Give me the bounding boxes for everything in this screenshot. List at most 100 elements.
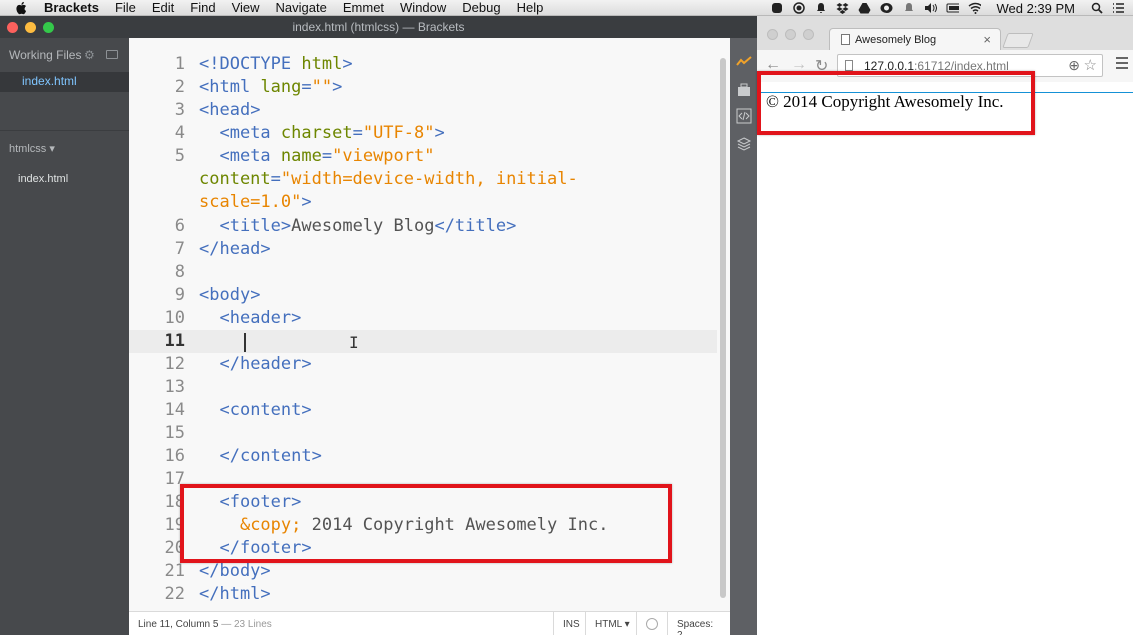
code-line[interactable]: <header>: [199, 307, 301, 330]
line-number: 22: [164, 584, 185, 604]
indent-spaces-setting[interactable]: Spaces: 2: [667, 612, 730, 635]
working-files-header: Working Files: [9, 48, 82, 62]
zoom-icon[interactable]: ⊕: [1068, 57, 1080, 74]
notification-center-icon[interactable]: [1112, 2, 1125, 15]
cursor-position-text: Line 11, Column 5: [138, 619, 219, 630]
line-number: 3: [174, 100, 185, 120]
browser-minimize-button[interactable]: [785, 29, 796, 40]
sidebar-divider: [0, 130, 129, 131]
code-line[interactable]: scale=1.0">: [199, 191, 312, 214]
line-number: 9: [174, 285, 185, 305]
line-number: 10: [164, 308, 185, 328]
google-drive-icon[interactable]: [858, 2, 871, 15]
code-line[interactable]: <head>: [199, 99, 260, 122]
menu-emmet[interactable]: Emmet: [343, 0, 384, 15]
code-tags-icon[interactable]: [736, 108, 752, 124]
code-line[interactable]: <title>Awesomely Blog</title>: [199, 215, 516, 238]
line-number: 6: [174, 216, 185, 236]
language-select[interactable]: HTML ▾: [585, 612, 639, 635]
code-line[interactable]: <meta charset="UTF-8">: [199, 122, 444, 145]
menu-window[interactable]: Window: [400, 0, 446, 15]
sidebar: Working Files ⚙ index.html htmlcss ▾ ind…: [0, 38, 129, 635]
project-dropdown[interactable]: htmlcss ▾: [9, 142, 55, 155]
ibeam-cursor-icon: I: [349, 333, 359, 352]
browser-menu-icon[interactable]: [1116, 57, 1128, 72]
code-line[interactable]: </head>: [199, 238, 271, 261]
code-line[interactable]: content="width=device-width, initial-: [199, 168, 578, 191]
working-file-item[interactable]: index.html: [0, 72, 129, 92]
browser-zoom-button[interactable]: [803, 29, 814, 40]
new-tab-button[interactable]: [1002, 33, 1034, 48]
bell-icon[interactable]: [814, 2, 827, 15]
linter-status[interactable]: [636, 612, 667, 635]
line-number: 20: [164, 538, 185, 558]
page-favicon-icon: [841, 34, 850, 45]
menu-help[interactable]: Help: [517, 0, 544, 15]
active-line-highlight: [129, 330, 717, 353]
code-line[interactable]: </header>: [199, 353, 311, 376]
code-line[interactable]: <content>: [199, 399, 311, 422]
editor-scrollbar[interactable]: [720, 58, 726, 598]
line-number-active: 11: [164, 331, 185, 351]
cursor-position[interactable]: Line 11, Column 5 — 23 Lines: [138, 619, 272, 630]
line-number: 4: [174, 123, 185, 143]
window-close-button[interactable]: [7, 22, 18, 33]
page-icon: [845, 60, 853, 71]
code-line[interactable]: <!DOCTYPE html>: [199, 53, 353, 76]
browser-close-button[interactable]: [767, 29, 778, 40]
browser-tab[interactable]: Awesomely Blog ×: [829, 28, 1001, 50]
menubar-clock[interactable]: Wed 2:39 PM: [996, 1, 1075, 16]
menu-file[interactable]: File: [115, 0, 136, 15]
insert-mode-toggle[interactable]: INS: [553, 612, 589, 635]
window-zoom-button[interactable]: [43, 22, 54, 33]
close-icon[interactable]: ×: [983, 32, 991, 47]
window-minimize-button[interactable]: [25, 22, 36, 33]
line-number: 17: [164, 469, 185, 489]
app-status-icon[interactable]: [770, 2, 783, 15]
right-toolbar: [730, 38, 757, 635]
gear-icon[interactable]: ⚙: [84, 48, 95, 62]
battery-icon[interactable]: [946, 2, 960, 15]
wifi-icon[interactable]: [968, 2, 982, 15]
menu-app-brackets[interactable]: Brackets: [44, 0, 99, 15]
live-preview-icon[interactable]: [736, 54, 752, 70]
code-line[interactable]: </body>: [199, 560, 271, 583]
line-number: 16: [164, 446, 185, 466]
text-cursor: [244, 333, 246, 352]
working-file-label: index.html: [22, 74, 77, 88]
menu-find[interactable]: Find: [190, 0, 215, 15]
line-number: 1: [174, 54, 185, 74]
line-number: 18: [164, 492, 185, 512]
menu-navigate[interactable]: Navigate: [276, 0, 327, 15]
menu-debug[interactable]: Debug: [462, 0, 500, 15]
notification-bell-icon[interactable]: [902, 2, 915, 15]
layers-icon[interactable]: [736, 136, 752, 152]
menu-edit[interactable]: Edit: [152, 0, 174, 15]
record-icon[interactable]: [792, 2, 805, 15]
code-line[interactable]: <html lang="">: [199, 76, 342, 99]
extension-manager-icon[interactable]: [736, 82, 752, 98]
spotlight-search-icon[interactable]: [1090, 2, 1103, 15]
dropbox-icon[interactable]: [836, 2, 849, 15]
code-line[interactable]: <meta name="viewport": [199, 145, 434, 168]
code-line[interactable]: </html>: [199, 583, 271, 606]
line-number: 15: [164, 423, 185, 443]
creative-cloud-icon[interactable]: [880, 2, 893, 15]
split-view-icon[interactable]: [106, 50, 118, 59]
line-number: 19: [164, 515, 185, 535]
code-line[interactable]: <body>: [199, 284, 260, 307]
project-file-item[interactable]: index.html: [18, 173, 68, 185]
mac-menubar: Brackets File Edit Find View Navigate Em…: [0, 0, 1133, 16]
line-number: 5: [174, 146, 185, 166]
line-count: — 23 Lines: [218, 619, 272, 630]
line-number: 7: [174, 239, 185, 259]
volume-icon[interactable]: [924, 2, 938, 15]
bookmark-star-icon[interactable]: ☆: [1084, 56, 1097, 74]
apple-logo-icon[interactable]: [14, 1, 30, 15]
chevron-down-icon: ▾: [49, 143, 55, 155]
line-number: 12: [164, 354, 185, 374]
line-number: 13: [164, 377, 185, 397]
browser-tab-title: Awesomely Blog: [855, 34, 937, 46]
code-line[interactable]: </content>: [199, 445, 321, 468]
menu-view[interactable]: View: [232, 0, 260, 15]
